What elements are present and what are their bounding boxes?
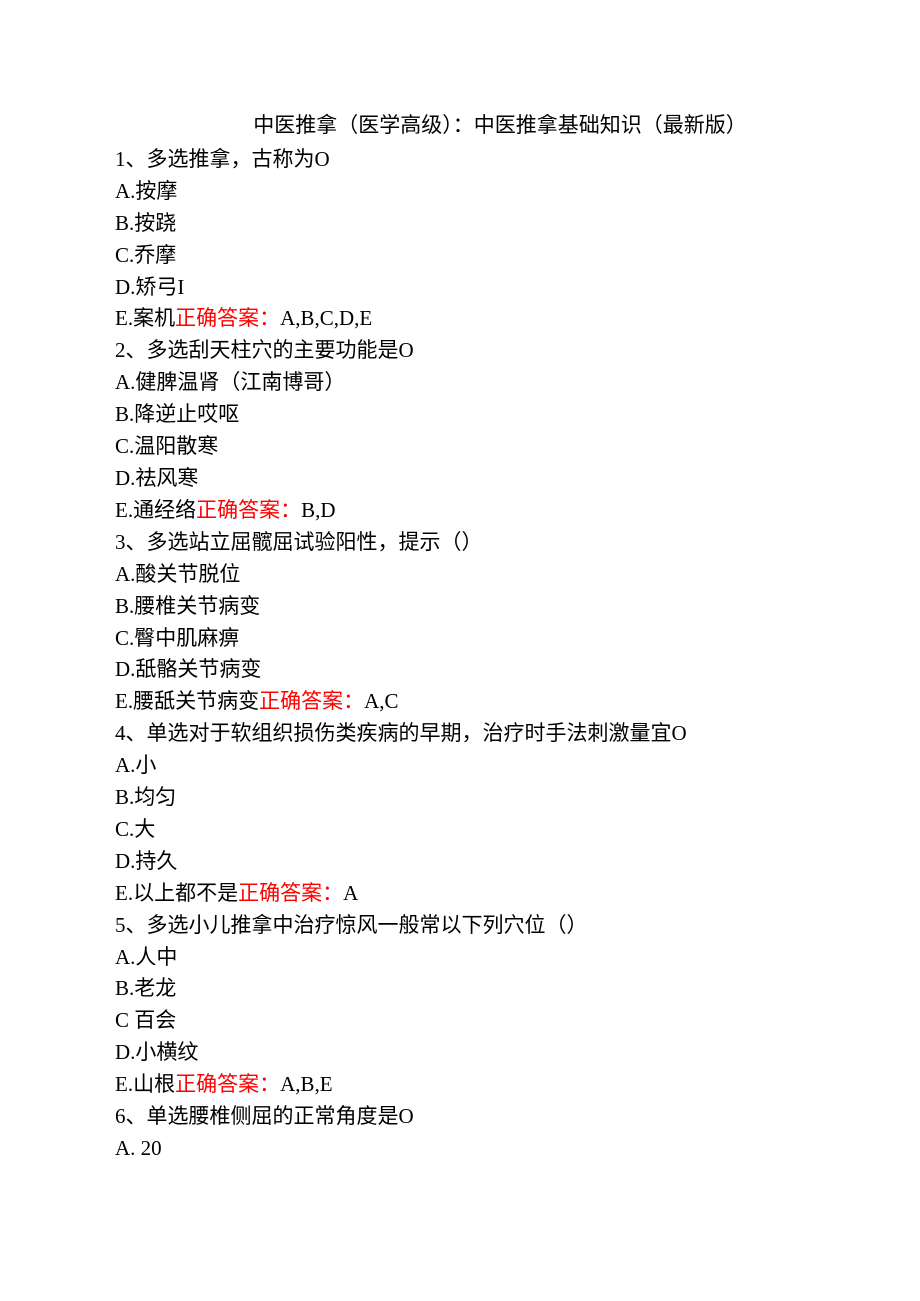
question-option: D.持久	[115, 846, 805, 878]
last-option-text: E.腰舐关节病变	[115, 689, 259, 713]
question-option-with-answer: E.通经络正确答案：B,D	[115, 495, 805, 527]
question-option: D.小横纹	[115, 1037, 805, 1069]
question-option: A.酸关节脱位	[115, 559, 805, 591]
question-option-with-answer: E.山根正确答案：A,B,E	[115, 1069, 805, 1101]
question-stem: 1、多选推拿，古称为O	[115, 144, 805, 176]
question-stem: 2、多选刮天柱穴的主要功能是O	[115, 335, 805, 367]
question-option: C.乔摩	[115, 240, 805, 272]
question-stem: 6、单选腰椎侧屈的正常角度是O	[115, 1101, 805, 1133]
question-option: C.温阳散寒	[115, 431, 805, 463]
answer-label: 正确答案：	[175, 1072, 280, 1096]
question-option: D.舐骼关节病变	[115, 654, 805, 686]
last-option-text: E.以上都不是	[115, 881, 238, 905]
document-body: 1、多选推拿，古称为OA.按摩B.按跷C.乔摩D.矫弓IE.案机正确答案：A,B…	[115, 144, 805, 1165]
question-option: B.降逆止哎呕	[115, 399, 805, 431]
question-option: B.老龙	[115, 973, 805, 1005]
last-option-text: E.山根	[115, 1072, 175, 1096]
question-stem: 4、单选对于软组织损伤类疾病的早期，治疗时手法刺激量宜O	[115, 718, 805, 750]
question-option: C.臀中肌麻痹	[115, 623, 805, 655]
question-option: C.大	[115, 814, 805, 846]
question-option-with-answer: E.以上都不是正确答案：A	[115, 878, 805, 910]
question-option: A.人中	[115, 942, 805, 974]
question-option: B.均匀	[115, 782, 805, 814]
answer-label: 正确答案：	[175, 306, 280, 330]
question-option-with-answer: E.腰舐关节病变正确答案：A,C	[115, 686, 805, 718]
question-option: D.祛风寒	[115, 463, 805, 495]
question-option-with-answer: E.案机正确答案：A,B,C,D,E	[115, 303, 805, 335]
answer-value: A,C	[364, 689, 398, 713]
answer-label: 正确答案：	[259, 689, 364, 713]
last-option-text: E.通经络	[115, 498, 196, 522]
answer-label: 正确答案：	[238, 881, 343, 905]
question-option: B.腰椎关节病变	[115, 591, 805, 623]
answer-value: A,B,E	[280, 1072, 333, 1096]
question-option: A. 20	[115, 1133, 805, 1165]
answer-value: B,D	[301, 498, 335, 522]
question-stem: 3、多选站立屈髋屈试验阳性，提示（）	[115, 527, 805, 559]
question-stem: 5、多选小儿推拿中治疗惊风一般常以下列穴位（）	[115, 910, 805, 942]
answer-value: A	[343, 881, 358, 905]
question-option: A.按摩	[115, 176, 805, 208]
question-option: C 百会	[115, 1005, 805, 1037]
answer-label: 正确答案：	[196, 498, 301, 522]
question-option: A.小	[115, 750, 805, 782]
answer-value: A,B,C,D,E	[280, 306, 372, 330]
question-option: A.健脾温肾（江南博哥）	[115, 367, 805, 399]
question-option: D.矫弓I	[115, 272, 805, 304]
document-title: 中医推拿（医学高级）：中医推拿基础知识（最新版）	[115, 110, 805, 142]
question-option: B.按跷	[115, 208, 805, 240]
last-option-text: E.案机	[115, 306, 175, 330]
